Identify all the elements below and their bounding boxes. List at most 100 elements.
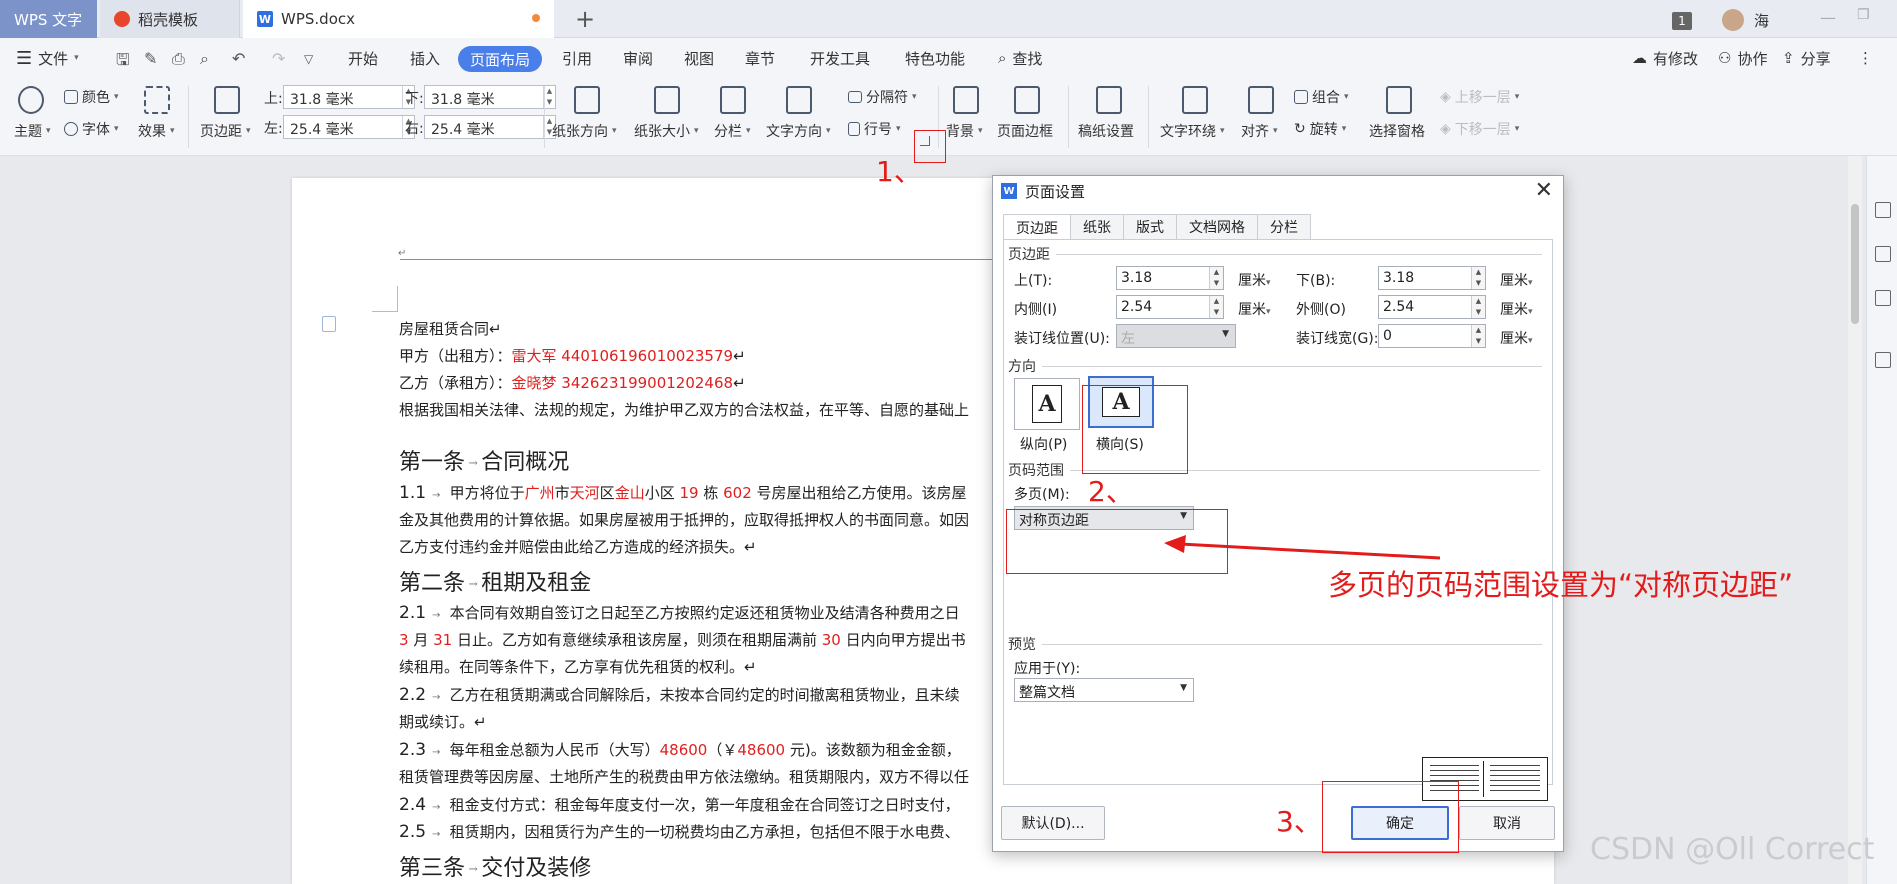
undo-icon[interactable]: ↶ <box>232 49 245 68</box>
menu-review[interactable]: 审阅 <box>623 38 653 78</box>
bring-forward-button[interactable]: ◈ 上移一层 ▾ <box>1440 87 1519 107</box>
document-tab[interactable]: W WPS.docx <box>243 0 554 38</box>
bottom-input[interactable]: 3.18 ▲ ▼ <box>1378 266 1486 290</box>
menu-special[interactable]: 特色功能 <box>905 38 965 78</box>
save-icon[interactable]: 🖫 <box>116 49 130 76</box>
left-margin-input[interactable]: 25.4 毫米 ▲ ▼ <box>283 115 415 139</box>
edit-icon[interactable] <box>1875 202 1891 218</box>
translate-icon[interactable] <box>1875 352 1891 368</box>
tab-columns[interactable]: 分栏 <box>1257 214 1311 239</box>
new-tab-button[interactable]: + <box>570 4 600 34</box>
separator-button[interactable]: 分隔符 ▾ <box>848 87 917 107</box>
right-margin-input[interactable]: 25.4 毫米 ▲ ▼ <box>424 115 556 139</box>
menu-references[interactable]: 引用 <box>562 38 592 78</box>
doc-heading: 第一条 → 合同概况 <box>399 444 569 476</box>
outer-unit[interactable]: 厘米▾ <box>1500 299 1533 319</box>
chevron-down-icon: ▼ <box>1180 683 1187 693</box>
changes-button[interactable]: ☁ 有修改 <box>1632 38 1698 78</box>
menu-section[interactable]: 章节 <box>745 38 775 78</box>
send-backward-button[interactable]: ◈ 下移一层 ▾ <box>1440 119 1519 139</box>
dialog-title-bar[interactable]: W 页面设置 <box>993 176 1563 206</box>
vertical-scrollbar[interactable] <box>1848 156 1862 884</box>
group-icon <box>1294 90 1308 104</box>
spinner-icon[interactable]: ▲ ▼ <box>1209 296 1223 318</box>
bottom-unit[interactable]: 厘米▾ <box>1500 270 1533 290</box>
customize-toolbar-icon[interactable]: ▽ <box>304 52 313 66</box>
margin-button[interactable]: 页边距 ▾ <box>200 121 251 141</box>
align-button[interactable]: 对齐 ▾ <box>1241 121 1278 141</box>
menu-developer[interactable]: 开发工具 <box>810 38 870 78</box>
line-number-button[interactable]: 行号 ▾ <box>848 119 901 139</box>
file-menu-label: 文件 <box>38 49 69 68</box>
select-icon[interactable] <box>1875 246 1891 262</box>
inner-unit[interactable]: 厘米▾ <box>1238 299 1271 319</box>
tab-paper[interactable]: 纸张 <box>1070 214 1124 239</box>
close-icon[interactable]: ✕ <box>1535 178 1553 203</box>
top-unit[interactable]: 厘米▾ <box>1238 270 1271 290</box>
person-icon: ⚇ <box>1718 49 1732 67</box>
spinner-icon[interactable]: ▲ ▼ <box>1471 325 1485 347</box>
menu-home[interactable]: 开始 <box>348 38 378 78</box>
user-name[interactable]: 海 <box>1754 10 1769 31</box>
theme-button[interactable]: 主题 ▾ <box>14 121 51 141</box>
minimize-icon[interactable]: — <box>1820 8 1836 27</box>
template-tab[interactable]: 稻壳模板 <box>100 0 240 38</box>
share-button[interactable]: ⇪ 分享 <box>1782 38 1831 78</box>
rotate-button[interactable]: ↻ 旋转 ▾ <box>1294 119 1346 139</box>
doc-line: 2.2 → 乙方在租赁期满或合同解除后，未按本合同约定的时间撤离租赁物业，且未续 <box>399 684 960 705</box>
color-button[interactable]: 颜色 ▾ <box>64 87 119 107</box>
app-tab-wps[interactable]: WPS 文字 <box>0 0 97 38</box>
print-icon[interactable]: ⎙ <box>172 49 185 69</box>
orientation-button[interactable]: 纸张方向 ▾ <box>552 121 617 141</box>
inner-value: 2.54 <box>1121 299 1153 315</box>
search-button[interactable]: ⌕ 查找 <box>998 38 1042 78</box>
redo-icon[interactable]: ↷ <box>272 49 285 68</box>
avatar[interactable] <box>1722 9 1744 31</box>
dialog-tabs: 页边距 纸张 版式 文档网格 分栏 <box>1003 214 1311 240</box>
selection-pane-button[interactable]: 选择窗格 <box>1369 121 1425 141</box>
restore-icon[interactable]: ❐ <box>1857 7 1870 23</box>
apply-to-select[interactable]: 整篇文档 ▼ <box>1014 678 1194 702</box>
print-preview-icon[interactable]: ⌕ <box>200 49 209 69</box>
font-button[interactable]: 字体 ▾ <box>64 119 119 139</box>
default-button[interactable]: 默认(D)... <box>1001 806 1105 840</box>
tab-layout[interactable]: 版式 <box>1123 214 1177 239</box>
scroll-thumb[interactable] <box>1851 204 1859 324</box>
settings-icon[interactable] <box>1875 290 1891 306</box>
more-icon[interactable]: ⋮ <box>1858 38 1873 78</box>
spinner-icon[interactable]: ▲ ▼ <box>1209 267 1223 289</box>
top-margin-input[interactable]: 31.8 毫米 ▲ ▼ <box>283 85 415 109</box>
file-menu[interactable]: ☰ 文件 ▾ <box>16 38 79 78</box>
paragraph-layout-icon[interactable] <box>322 316 336 332</box>
top-input[interactable]: 3.18 ▲ ▼ <box>1116 266 1224 290</box>
page-border-button[interactable]: 页面边框 <box>997 121 1053 141</box>
group-button[interactable]: 组合 ▾ <box>1294 87 1349 107</box>
portrait-option[interactable]: A <box>1014 378 1080 430</box>
gutter-width-input[interactable]: 0 ▲ ▼ <box>1378 324 1486 348</box>
effect-button[interactable]: 效果 ▾ <box>138 121 175 141</box>
menu-page-layout[interactable]: 页面布局 <box>458 46 543 72</box>
doc-text: 房屋租赁合同↵ <box>399 320 502 338</box>
paper-size-button[interactable]: 纸张大小 ▾ <box>634 121 699 141</box>
outer-input[interactable]: 2.54 ▲ ▼ <box>1378 295 1486 319</box>
spinner-icon[interactable]: ▲ ▼ <box>1471 267 1485 289</box>
format-painter-icon[interactable]: ✎ <box>144 49 157 68</box>
spinner-icon[interactable]: ▲ ▼ <box>1471 296 1485 318</box>
menu-view[interactable]: 视图 <box>684 38 714 78</box>
gutter-unit[interactable]: 厘米▾ <box>1500 328 1533 348</box>
manuscript-icon <box>1096 86 1122 114</box>
background-button[interactable]: 背景 ▾ <box>946 121 983 141</box>
cancel-button[interactable]: 取消 <box>1459 806 1555 840</box>
tab-doc-grid[interactable]: 文档网格 <box>1176 214 1258 239</box>
text-wrap-button[interactable]: 文字环绕 ▾ <box>1160 121 1225 141</box>
text-direction-button[interactable]: 文字方向 ▾ <box>766 121 831 141</box>
manuscript-button[interactable]: 稿纸设置 <box>1078 121 1134 141</box>
notification-badge[interactable]: 1 <box>1672 12 1692 30</box>
collaborate-button[interactable]: ⚇ 协作 <box>1718 38 1767 78</box>
bottom-margin-input[interactable]: 31.8 毫米 ▲ ▼ <box>424 85 556 109</box>
columns-button[interactable]: 分栏 ▾ <box>714 121 751 141</box>
tab-margins[interactable]: 页边距 <box>1003 214 1071 240</box>
inner-input[interactable]: 2.54 ▲ ▼ <box>1116 295 1224 319</box>
menu-insert[interactable]: 插入 <box>410 38 440 78</box>
gutter-position-select[interactable]: 左 ▼ <box>1116 324 1236 348</box>
